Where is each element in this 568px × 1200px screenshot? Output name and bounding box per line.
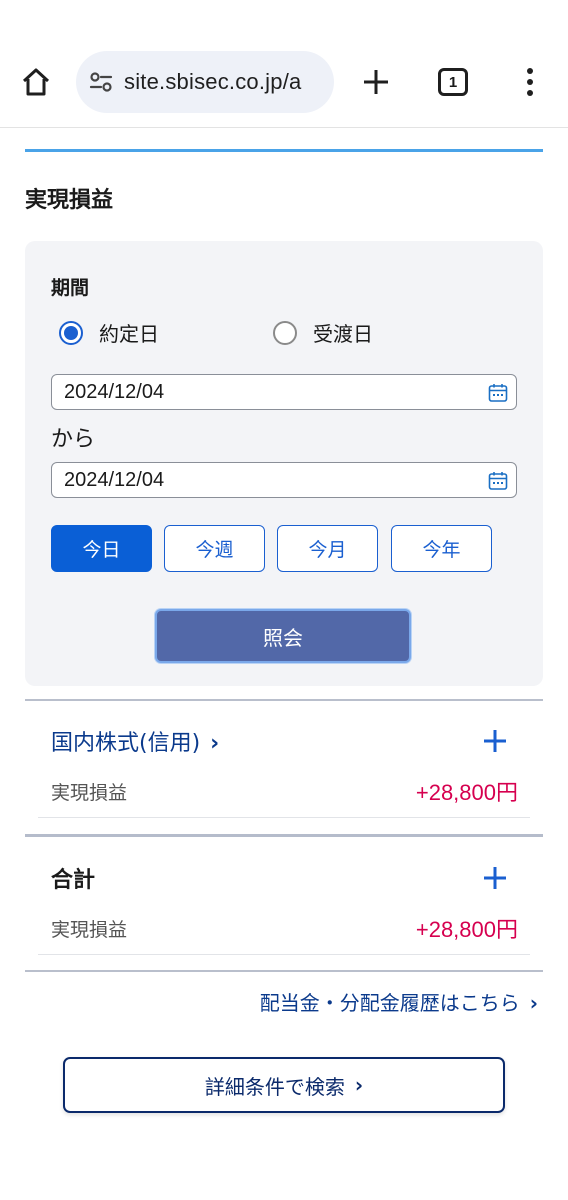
- home-button[interactable]: [16, 62, 56, 102]
- inquiry-button[interactable]: 照会: [155, 609, 411, 663]
- domestic-pnl-label: 実現損益: [51, 782, 128, 804]
- domestic-margin-title: 国内株式(信用): [51, 731, 201, 756]
- chevron-right-icon: ›: [354, 1073, 364, 1097]
- tab-count: 1: [448, 73, 458, 91]
- date-to-input[interactable]: 2024/12/04: [51, 462, 517, 498]
- address-bar[interactable]: site.sbisec.co.jp/a: [76, 51, 334, 113]
- period-label: 期間: [51, 277, 90, 299]
- tab-switcher-button[interactable]: 1: [438, 68, 468, 96]
- date-from-value: 2024/12/04: [64, 380, 165, 403]
- search-form-panel: 期間 約定日 受渡日 2024/12/04 から 2024/12/04 今日 今…: [25, 241, 543, 686]
- divider: [25, 970, 543, 972]
- detail-search-button[interactable]: 詳細条件で検索 ›: [63, 1057, 505, 1113]
- radio-unselected-icon[interactable]: [273, 320, 297, 345]
- url-text[interactable]: site.sbisec.co.jp/a: [124, 69, 301, 95]
- chevron-right-icon: ›: [210, 731, 220, 756]
- radio-trade-date[interactable]: 約定日: [59, 318, 159, 347]
- total-pnl-value: +28,800円: [415, 917, 518, 942]
- dividend-history-label: 配当金・分配金履歴はこちら: [259, 991, 520, 1015]
- page-title: 実現損益: [25, 188, 114, 213]
- date-to-value: 2024/12/04: [64, 468, 165, 491]
- dividend-history-link[interactable]: 配当金・分配金履歴はこちら ›: [260, 987, 538, 1016]
- quick-this-month-button[interactable]: 今月: [277, 525, 378, 572]
- detail-search-label: 詳細条件で検索: [204, 1074, 345, 1099]
- total-title: 合計: [51, 868, 96, 893]
- site-settings-icon[interactable]: [88, 69, 114, 95]
- section-top-rule: [25, 149, 543, 152]
- browser-toolbar: site.sbisec.co.jp/a 1: [0, 0, 568, 128]
- domestic-margin-link[interactable]: 国内株式(信用) ›: [51, 725, 219, 757]
- calendar-icon[interactable]: [488, 383, 508, 403]
- domestic-pnl-value: +28,800円: [415, 780, 518, 805]
- radio-selected-icon[interactable]: [59, 320, 83, 345]
- quick-this-week-button[interactable]: 今週: [164, 525, 265, 572]
- expand-plus-icon[interactable]: [482, 728, 508, 754]
- divider: [38, 954, 530, 955]
- total-pnl-label: 実現損益: [51, 919, 128, 941]
- divider: [38, 817, 530, 818]
- divider: [25, 834, 543, 837]
- range-separator: から: [51, 427, 96, 452]
- radio-settlement-date-label: 受渡日: [313, 322, 373, 346]
- quick-today-button[interactable]: 今日: [51, 525, 152, 572]
- new-tab-button[interactable]: [358, 64, 394, 100]
- more-menu-button[interactable]: [520, 64, 540, 100]
- quick-this-year-button[interactable]: 今年: [391, 525, 492, 572]
- chevron-right-icon: ›: [529, 991, 538, 1015]
- radio-trade-date-label: 約定日: [99, 322, 159, 346]
- date-from-input[interactable]: 2024/12/04: [51, 374, 517, 410]
- plus-icon: [364, 70, 388, 94]
- expand-plus-icon[interactable]: [482, 865, 508, 891]
- calendar-icon[interactable]: [488, 471, 508, 491]
- divider: [25, 699, 543, 701]
- home-icon: [22, 68, 50, 96]
- radio-settlement-date[interactable]: 受渡日: [273, 318, 373, 347]
- more-vert-icon: [527, 68, 533, 74]
